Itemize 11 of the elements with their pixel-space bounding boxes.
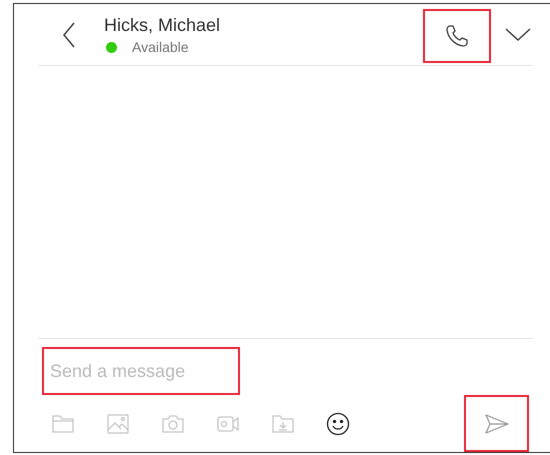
send-icon (484, 414, 508, 434)
image-icon (106, 412, 130, 436)
phone-icon (445, 24, 469, 48)
contact-name: Hicks, Michael (104, 14, 222, 36)
call-button[interactable] (423, 8, 491, 62)
chevron-down-icon (505, 28, 531, 42)
message-field[interactable]: Send a message (42, 347, 240, 395)
attach-button[interactable] (325, 410, 351, 436)
back-chevron-icon (62, 22, 76, 48)
smiley-icon (326, 412, 350, 436)
status-text: Available (132, 39, 189, 55)
